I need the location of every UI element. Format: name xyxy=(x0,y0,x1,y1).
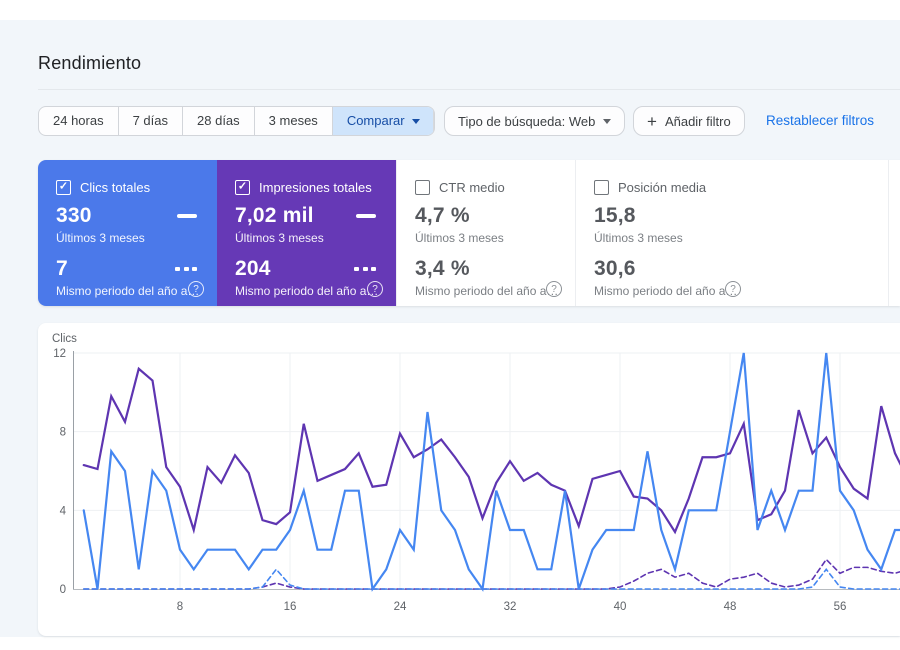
metric-label: CTR medio xyxy=(439,180,505,195)
metric-value-previous: 204 xyxy=(235,257,271,280)
y-tick-label: 4 xyxy=(60,505,67,517)
metric-card-impressions[interactable]: ✓ Impresiones totales 7,02 mil Últimos 3… xyxy=(217,160,396,306)
reset-filters-link[interactable]: Restablecer filtros xyxy=(766,106,874,136)
dashed-line-icon xyxy=(175,267,197,271)
tab-7-dias[interactable]: 7 días xyxy=(117,107,182,135)
dashed-line-icon xyxy=(354,267,376,271)
metric-card-position[interactable]: Posición media 15,8 Últimos 3 meses 30,6… xyxy=(575,160,754,306)
metric-value-current: 7,02 mil xyxy=(235,204,314,227)
metric-period-previous: Mismo periodo del año a… xyxy=(235,284,379,298)
help-icon[interactable]: ? xyxy=(546,281,562,297)
performance-chart: Clics8 16 24 32 40 48 5604812 xyxy=(52,333,900,613)
metric-period-previous: Mismo periodo del año a… xyxy=(594,284,738,298)
y-tick-label: 12 xyxy=(53,348,66,360)
cards-filler xyxy=(754,160,900,306)
metric-period-current: Últimos 3 meses xyxy=(56,231,145,245)
chevron-down-icon xyxy=(603,119,612,124)
metric-cards-row: ✓ Clics totales 330 Últimos 3 meses 7 Mi… xyxy=(38,160,900,306)
filter-toolbar: 24 horas 7 días 28 días 3 meses Comparar… xyxy=(0,106,900,136)
x-tick-label: 40 xyxy=(614,601,627,613)
compare-dropdown[interactable]: Comparar xyxy=(331,107,434,135)
add-filter-label: Añadir filtro xyxy=(664,113,731,129)
header-divider xyxy=(38,89,900,90)
metric-label: Posición media xyxy=(618,180,707,195)
y-axis-title: Clics xyxy=(52,333,77,345)
metric-period-previous: Mismo periodo del año a… xyxy=(56,284,200,298)
toolbar-separator xyxy=(433,111,434,131)
metric-period-previous: Mismo periodo del año a… xyxy=(415,284,559,298)
compare-label: Comparar xyxy=(346,113,405,128)
x-tick-label: 24 xyxy=(394,601,407,613)
metric-value-current: 330 xyxy=(56,204,92,227)
metric-value-previous: 3,4 % xyxy=(415,257,470,280)
help-icon[interactable]: ? xyxy=(367,281,383,297)
x-tick-label: 32 xyxy=(504,601,517,613)
x-tick-label: 56 xyxy=(834,601,847,613)
line-clicks-previous xyxy=(82,568,900,590)
ctr-checkbox[interactable] xyxy=(415,180,430,195)
metric-label: Clics totales xyxy=(80,180,151,195)
metric-value-previous: 7 xyxy=(56,257,68,280)
solid-line-icon xyxy=(177,214,197,218)
help-icon[interactable]: ? xyxy=(188,281,204,297)
y-tick-label: 8 xyxy=(60,427,66,439)
line-impressions-previous xyxy=(82,558,900,590)
metric-card-clicks[interactable]: ✓ Clics totales 330 Últimos 3 meses 7 Mi… xyxy=(38,160,217,306)
impressions-checkbox[interactable]: ✓ xyxy=(235,180,250,195)
x-tick-label: 8 xyxy=(177,601,183,613)
chevron-down-icon xyxy=(411,119,420,124)
cards-end-divider xyxy=(888,160,889,306)
x-tick-label: 48 xyxy=(724,601,737,613)
search-type-dropdown[interactable]: Tipo de búsqueda: Web xyxy=(444,106,626,136)
metric-period-current: Últimos 3 meses xyxy=(415,231,504,245)
x-tick-label: 16 xyxy=(284,601,297,613)
page-title: Rendimiento xyxy=(38,53,142,73)
check-icon: ✓ xyxy=(237,180,248,193)
solid-line-icon xyxy=(356,214,376,218)
plus-icon: + xyxy=(647,111,657,131)
metric-value-current: 4,7 % xyxy=(415,204,470,227)
clicks-checkbox[interactable]: ✓ xyxy=(56,180,71,195)
help-icon[interactable]: ? xyxy=(725,281,741,297)
tab-24-horas[interactable]: 24 horas xyxy=(39,107,118,135)
metric-period-current: Últimos 3 meses xyxy=(594,231,683,245)
position-checkbox[interactable] xyxy=(594,180,609,195)
check-icon: ✓ xyxy=(58,180,69,193)
y-tick-label: 0 xyxy=(60,584,66,596)
performance-page: Rendimiento 24 horas 7 días 28 días 3 me… xyxy=(0,20,900,637)
date-range-control: 24 horas 7 días 28 días 3 meses Comparar xyxy=(38,106,435,136)
metric-period-current: Últimos 3 meses xyxy=(235,231,324,245)
metric-value-current: 15,8 xyxy=(594,204,636,227)
tab-3-meses[interactable]: 3 meses xyxy=(253,107,332,135)
add-filter-button[interactable]: + Añadir filtro xyxy=(633,106,745,136)
search-type-label: Tipo de búsqueda: Web xyxy=(458,113,596,129)
performance-chart-card: Clics 8 16 24 32 40 48 56 0 4 8 12 xyxy=(38,323,900,636)
metric-value-previous: 30,6 xyxy=(594,257,636,280)
metric-label: Impresiones totales xyxy=(259,180,372,195)
tab-28-dias[interactable]: 28 días xyxy=(182,107,254,135)
metric-card-ctr[interactable]: CTR medio 4,7 % Últimos 3 meses 3,4 % Mi… xyxy=(396,160,575,306)
